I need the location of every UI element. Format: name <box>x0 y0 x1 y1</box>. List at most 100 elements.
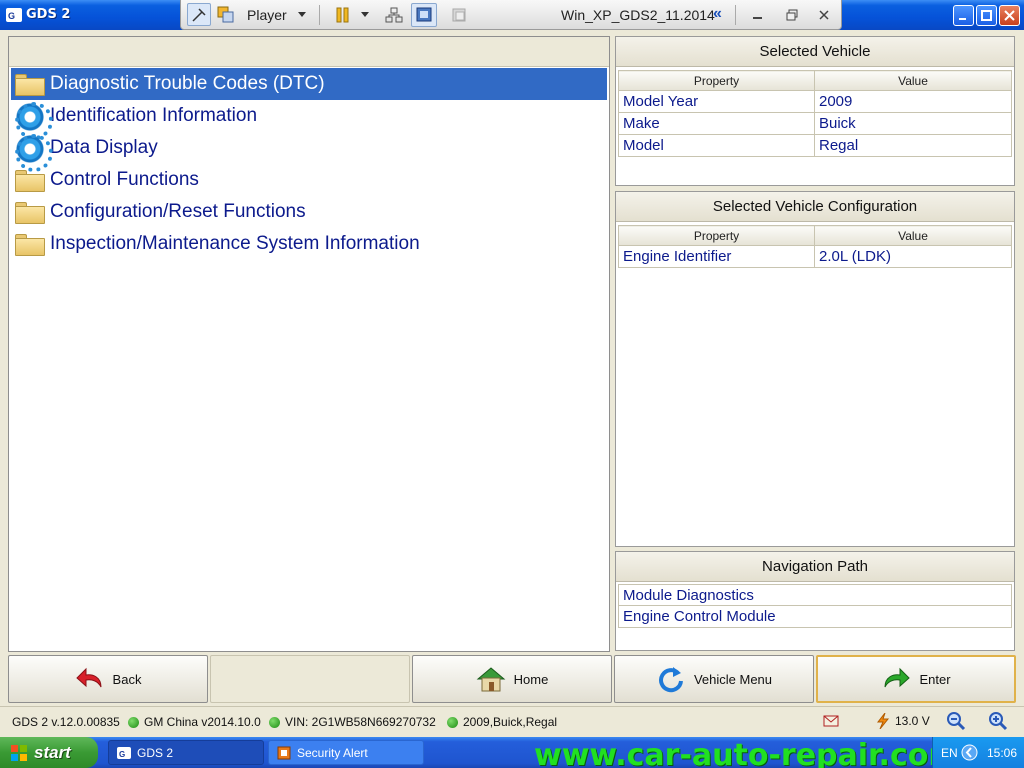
minimize-button[interactable] <box>953 5 974 26</box>
pause-dropdown-icon[interactable] <box>361 12 369 17</box>
version-status: GDS 2 v.12.0.00835 <box>12 715 120 729</box>
menu-item-dtc[interactable]: Diagnostic Trouble Codes (DTC) <box>11 68 607 100</box>
start-button[interactable]: start <box>0 737 98 768</box>
property-cell: Model Year <box>618 90 815 113</box>
table-row[interactable]: Engine Identifier 2.0L (LDK) <box>618 245 1012 268</box>
value-cell: 2.0L (LDK) <box>814 245 1012 268</box>
gear-icon <box>15 102 53 140</box>
table-row[interactable]: Model Year 2009 <box>618 90 1012 113</box>
vm-title: Win_XP_GDS2_11.2014 <box>561 7 715 23</box>
status-ok-icon <box>447 716 458 728</box>
pin-icon <box>192 8 206 22</box>
value-cell: Buick <box>814 112 1012 135</box>
folder-icon <box>15 170 45 192</box>
vin-status: VIN: 2G1WB58N669270732 <box>269 715 436 729</box>
menu-item-label: Control Functions <box>50 169 199 190</box>
column-header-value[interactable]: Value <box>814 70 1012 91</box>
system-tray: EN 15:06 <box>932 737 1024 768</box>
vm-minimize-icon[interactable] <box>751 9 765 21</box>
menu-item-inspection-maintenance[interactable]: Inspection/Maintenance System Informatio… <box>11 228 607 260</box>
enter-button[interactable]: Enter <box>816 655 1016 703</box>
back-button-label: Back <box>112 671 142 687</box>
back-button[interactable]: Back <box>8 655 208 703</box>
version-text: GDS 2 v.12.0.00835 <box>12 715 120 729</box>
taskbar-item-security-alert[interactable]: Security Alert <box>268 740 424 765</box>
menu-item-identification[interactable]: Identification Information <box>11 100 607 140</box>
column-header-property[interactable]: Property <box>618 70 815 91</box>
menu-item-data-display[interactable]: Data Display <box>11 132 607 172</box>
vehicle-menu-button-label: Vehicle Menu <box>693 671 773 687</box>
value-cell: 2009 <box>814 90 1012 113</box>
windows-logo-icon <box>11 744 27 761</box>
maximize-icon <box>981 10 992 21</box>
taskbar-item-label: GDS 2 <box>137 745 174 760</box>
voltage-status: 13.0 V <box>876 713 930 729</box>
taskbar-item-gds2[interactable]: G GDS 2 <box>108 740 264 765</box>
vehicle-status: 2009,Buick,Regal <box>447 715 557 729</box>
folder-icon <box>15 234 45 256</box>
nav-path-item[interactable]: Engine Control Module <box>618 606 1012 628</box>
network-icon[interactable] <box>385 7 403 23</box>
pin-toolbar-button[interactable] <box>187 3 211 26</box>
table-row[interactable]: Make Buick <box>618 112 1012 135</box>
column-header-value[interactable]: Value <box>814 225 1012 246</box>
selected-vehicle-section: Selected Vehicle Property Value Model Ye… <box>615 36 1015 186</box>
empty-button-slot <box>210 655 410 703</box>
taskbar-item-label: Security Alert <box>297 745 368 760</box>
close-button[interactable] <box>999 5 1020 26</box>
close-icon <box>1004 10 1015 21</box>
fullscreen-icon <box>416 7 432 22</box>
selected-vehicle-table: Property Value Model Year 2009 Make Buic… <box>618 70 1012 157</box>
voltage-text: 13.0 V <box>895 714 930 728</box>
player-logo-icon <box>217 6 234 23</box>
home-icon <box>476 667 506 692</box>
windows-taskbar: start G GDS 2 Security Alert www.car-aut… <box>0 737 1024 768</box>
menu-item-control-functions[interactable]: Control Functions <box>11 164 607 196</box>
forward-arrow-icon <box>884 667 911 688</box>
menu-item-configuration-reset[interactable]: Configuration/Reset Functions <box>11 196 607 228</box>
clock[interactable]: 15:06 <box>987 746 1017 760</box>
zoom-in-icon[interactable] <box>988 711 1008 731</box>
vehicle-menu-button[interactable]: Vehicle Menu <box>614 655 814 703</box>
property-cell: Make <box>618 112 815 135</box>
menu-item-label: Configuration/Reset Functions <box>50 201 306 222</box>
nav-path-item[interactable]: Module Diagnostics <box>618 584 1012 606</box>
home-button[interactable]: Home <box>412 655 612 703</box>
vm-restore-icon[interactable] <box>785 8 799 22</box>
security-shield-icon <box>277 746 291 759</box>
svg-text:G: G <box>8 11 15 21</box>
region-status: GM China v2014.10.0 <box>128 715 261 729</box>
vehicle-configuration-title: Selected Vehicle Configuration <box>616 192 1014 222</box>
menu-item-label: Diagnostic Trouble Codes (DTC) <box>50 73 325 94</box>
menu-item-label: Data Display <box>50 137 158 158</box>
player-menu-label[interactable]: Player <box>247 7 287 23</box>
table-row[interactable]: Model Regal <box>618 134 1012 157</box>
zoom-out-icon[interactable] <box>946 711 966 731</box>
region-text: GM China v2014.10.0 <box>144 715 261 729</box>
vehicle-configuration-table: Property Value Engine Identifier 2.0L (L… <box>618 225 1012 268</box>
maximize-button[interactable] <box>976 5 997 26</box>
column-header-property[interactable]: Property <box>618 225 815 246</box>
folder-icon <box>15 202 45 224</box>
collapse-chevron-icon[interactable]: « <box>713 5 722 23</box>
player-dropdown-icon[interactable] <box>298 12 306 17</box>
language-indicator[interactable]: EN <box>941 746 958 760</box>
menu-item-label: Inspection/Maintenance System Informatio… <box>50 233 420 254</box>
menu-panel-header <box>9 37 609 67</box>
selected-vehicle-title: Selected Vehicle <box>616 37 1014 67</box>
vehicle-text: 2009,Buick,Regal <box>463 715 558 729</box>
property-cell: Engine Identifier <box>618 245 815 268</box>
gds2-window: G GDS 2 Player Win_XP_GDS2_11.2014 « Dia… <box>0 0 1024 768</box>
gear-icon <box>15 134 53 172</box>
pause-icon[interactable] <box>335 7 351 23</box>
toolbar-separator <box>319 5 320 25</box>
unity-icon[interactable] <box>451 7 467 23</box>
back-arrow-icon <box>75 667 102 688</box>
tray-expand-icon[interactable] <box>961 744 978 761</box>
mail-alert-icon[interactable] <box>823 714 839 728</box>
vm-close-icon[interactable] <box>817 8 831 22</box>
status-ok-icon <box>128 716 139 728</box>
fullscreen-button[interactable] <box>411 3 437 27</box>
enter-button-label: Enter <box>919 671 951 687</box>
property-cell: Model <box>618 134 815 157</box>
